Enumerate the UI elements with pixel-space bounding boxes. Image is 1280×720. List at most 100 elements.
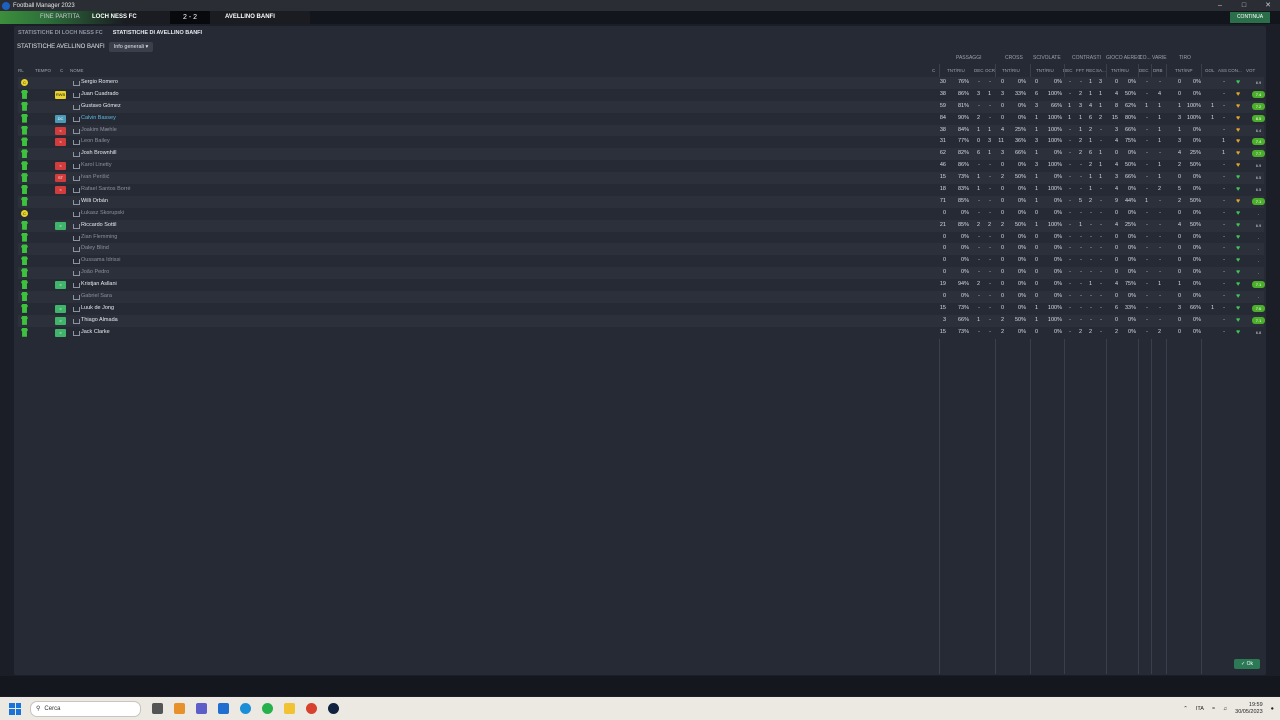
tab-away-stats[interactable]: STATISTICHE DI AVELLINO BANFI: [113, 30, 202, 38]
table-row[interactable]: < Rafael Santos Borré 18 83% 1-0 0% 1 100% - -1-4…: [18, 184, 1264, 196]
col-aereo[interactable]: TNT/RIU: [1111, 68, 1129, 73]
whatsapp-icon[interactable]: [262, 703, 273, 714]
store-icon[interactable]: [218, 703, 229, 714]
col-occ[interactable]: OCR: [985, 68, 995, 73]
table-row[interactable]: Oussama Idrissi00%--00%00%----00%--00%--: [18, 255, 1264, 267]
player-name[interactable]: Rafael Santos Borré: [81, 184, 131, 196]
stat-ti-t: 2: [1177, 162, 1181, 169]
col-nome[interactable]: NOME: [70, 68, 84, 73]
chevron-up-icon[interactable]: ⌃: [1183, 706, 1188, 712]
col-tempo[interactable]: TEMPO: [35, 68, 51, 73]
table-row[interactable]: João Pedro00%--00%00%----00%--00%--: [18, 267, 1264, 279]
player-name[interactable]: Karol Linetty: [81, 160, 112, 172]
edge-icon[interactable]: [240, 703, 251, 714]
table-row[interactable]: Josh Brownhill 62 82% 6 1 3 66% 1 0% -2 6 1 0 0% - -4 25…: [18, 148, 1265, 160]
col-vot[interactable]: VOT: [1246, 68, 1255, 73]
table-row[interactable]: DC Calvin Bassey 84 90% 2-0 0% 1 100% 1 1 6 2 15 80% -…: [18, 112, 1265, 125]
table-row[interactable]: < Joakim Mæhle 38 84% 1 1 4 25% 1 100% -1 2-3 66% -1 1…: [18, 124, 1264, 137]
table-row[interactable]: C Łukasz Skorupski 0 0% - -0 0% 0 0% - - - -0 0% - -0 0%…: [18, 207, 1264, 220]
table-row[interactable]: > Riccardo Sottil 21 85% 2 2 2 50% 1 100% -1- -4 25%…: [18, 219, 1264, 232]
folder-icon[interactable]: [284, 703, 295, 714]
captain-badge: C: [21, 209, 28, 217]
language-indicator[interactable]: ITA: [1196, 706, 1204, 712]
player-name[interactable]: Leon Bailey: [81, 136, 110, 148]
table-row[interactable]: > Luuk de Jong 15 73% - -0 0% 1 100% - - - -6 33% - -3 6…: [18, 302, 1265, 315]
player-name[interactable]: Kristjan Asllani: [81, 279, 117, 291]
view-dropdown[interactable]: Info generali ▾: [108, 42, 154, 52]
player-name[interactable]: Juan Cuadrado: [81, 89, 119, 101]
table-row[interactable]: Zian Flemming00%--00%00%----00%--00%--: [18, 231, 1264, 244]
player-name[interactable]: Joakim Mæhle: [81, 125, 117, 137]
table-row[interactable]: Gustavo Gómez 59 81% - -0 0% 3 66% 1 3 4 1 8 62% 1 1 1 10…: [18, 100, 1265, 113]
table-row[interactable]: > Thiago Almada 3 66% 1-2 50% 1 100% - - - -0 0% - -0 0…: [18, 314, 1265, 327]
player-name[interactable]: Calvin Bassey: [81, 113, 116, 125]
notification-icon[interactable]: ●: [1271, 706, 1274, 712]
col-tiro[interactable]: TNT/INP: [1175, 68, 1193, 73]
player-name[interactable]: Oussama Idrissi: [81, 255, 120, 267]
player-name[interactable]: Josh Brownhill: [81, 148, 116, 160]
ok-button[interactable]: ✓ Ok: [1234, 659, 1260, 669]
player-name[interactable]: Zian Flemming: [81, 232, 117, 244]
position-icon: [73, 211, 80, 217]
teams-icon[interactable]: [196, 703, 207, 714]
col-co-dec[interactable]: DEC: [1139, 68, 1149, 73]
col-rec[interactable]: REC: [1086, 68, 1096, 73]
taskbar-search-input[interactable]: ⚲ Cerca: [30, 700, 141, 717]
player-name[interactable]: Ivan Perišić: [81, 172, 109, 184]
stat-ass: -: [1223, 102, 1225, 109]
tab-home-stats[interactable]: STATISTICHE DI LOCH NESS FC: [18, 30, 103, 38]
table-row[interactable]: < Karol Linetty 46 86% - -0 0% 3 100% - -2 1 4 50% -1 2…: [18, 160, 1264, 172]
player-name[interactable]: Thiago Almada: [81, 315, 118, 327]
chrome-icon[interactable]: [306, 703, 317, 714]
col-drb[interactable]: DRB: [1153, 68, 1163, 73]
col-dec[interactable]: DEC: [974, 68, 984, 73]
col-scivolate[interactable]: TNT/RIU: [1036, 68, 1054, 73]
col-cross[interactable]: TNT/RIU: [1002, 68, 1020, 73]
stat-rec: 1: [1088, 79, 1092, 85]
col-fft[interactable]: FFT: [1076, 68, 1084, 73]
col-c2[interactable]: C: [932, 68, 935, 73]
player-name[interactable]: Gabriel Sara: [81, 291, 112, 303]
morale-icon: [1236, 267, 1241, 279]
player-name[interactable]: Jack Clarke: [81, 327, 110, 339]
close-button[interactable]: ✕: [1256, 0, 1280, 11]
col-sa[interactable]: SA...: [1096, 68, 1106, 73]
player-name[interactable]: Willi Orbán: [81, 196, 108, 208]
table-row[interactable]: Daley Blind00%--00%00%----00%--00%--: [18, 243, 1264, 255]
table-row[interactable]: RWB Juan Cuadrado 38 86% 3 1 3 33% 6 100% -2 1 1 4 50%…: [18, 88, 1265, 101]
volume-icon[interactable]: ♫: [1223, 706, 1227, 712]
col-gol[interactable]: GOL: [1205, 68, 1215, 73]
col-pass[interactable]: TNT/RIU: [947, 68, 965, 73]
table-row[interactable]: Gabriel Sara00%--00%00%----00%--00%--: [18, 291, 1264, 303]
table-row[interactable]: Willi Orbán7185%--00%10%-52-944%1-250%-7…: [18, 195, 1265, 208]
stat-cd: 1: [1067, 114, 1071, 121]
col-rl[interactable]: RL: [18, 68, 24, 73]
player-name[interactable]: João Pedro: [81, 267, 109, 279]
table-row[interactable]: > Kristjan Asllani 19 94% 2-0 0% 0 0% - -1-4 75% -1…: [18, 279, 1265, 291]
player-name[interactable]: Daley Blind: [81, 243, 109, 255]
col-ass[interactable]: ASS: [1218, 68, 1227, 73]
player-name[interactable]: Łukasz Skorupski: [81, 208, 124, 220]
player-name[interactable]: Sergio Romero: [81, 77, 118, 89]
stat-sc-p: 0%: [1054, 197, 1062, 204]
table-row[interactable]: ST Ivan Perišić 15 73% 1-2 50% 1 0% - -1 1 3 66% -1 0 0…: [18, 172, 1264, 184]
player-name[interactable]: Luuk de Jong: [81, 303, 114, 315]
stat-cr-p: 0%: [1018, 102, 1026, 109]
continue-button[interactable]: CONTINUA: [1230, 12, 1270, 23]
table-row[interactable]: >Jack Clarke1573%--20%00%-22-20%-200%-6.…: [18, 326, 1264, 339]
stat-cd: -: [1069, 316, 1071, 323]
taskbar-clock[interactable]: 19:59 30/05/2023: [1235, 702, 1263, 716]
minimize-button[interactable]: –: [1208, 0, 1232, 11]
player-name[interactable]: Gustavo Gómez: [81, 101, 121, 113]
table-row[interactable]: C Sergio Romero 30 76% - -0 0% 0 0% - -1 3 0 0% - -0 0% -…: [18, 77, 1264, 89]
wifi-icon[interactable]: ≈: [1212, 706, 1215, 712]
player-name[interactable]: Riccardo Sottil: [81, 220, 116, 232]
fm-taskbar-icon[interactable]: [328, 703, 339, 714]
app-icon[interactable]: [174, 703, 185, 714]
windows-start-icon[interactable]: [9, 702, 21, 715]
task-view-icon[interactable]: [152, 703, 163, 714]
col-con[interactable]: CON...: [1228, 68, 1242, 73]
col-c[interactable]: C: [60, 68, 63, 73]
maximize-button[interactable]: □: [1232, 0, 1256, 11]
table-row[interactable]: < Leon Bailey 31 77% 0 3 11 36% 3 100% -2 1-4 75% -1 3…: [18, 136, 1265, 148]
